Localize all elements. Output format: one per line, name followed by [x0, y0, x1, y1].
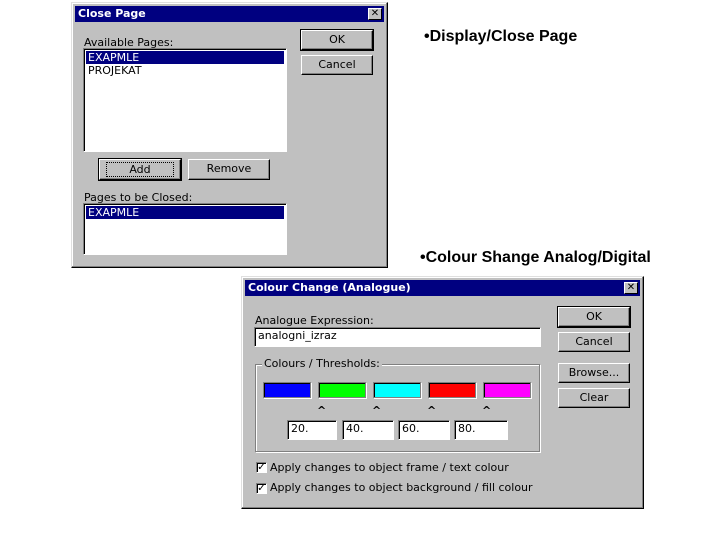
list-item[interactable]: PROJEKAT — [86, 64, 284, 77]
remove-button-label: Remove — [206, 162, 252, 175]
cancel-button[interactable]: Cancel — [558, 332, 630, 352]
analogue-expression-label: Analogue Expression: — [255, 314, 374, 327]
threshold-input-3[interactable]: 60. — [398, 420, 450, 440]
close-page-dialog: Close Page ✕ Available Pages: EXAPMLE PR… — [71, 2, 388, 268]
browse-button[interactable]: Browse... — [558, 363, 630, 383]
clear-button-label: Clear — [579, 391, 609, 404]
colour-change-titlebar[interactable]: Colour Change (Analogue) ✕ — [245, 280, 640, 296]
colour-swatch-3[interactable] — [373, 382, 421, 398]
threshold-caret-icon: ^ — [482, 404, 492, 417]
colour-change-dialog: Colour Change (Analogue) ✕ Analogue Expr… — [241, 276, 644, 509]
close-page-titlebar[interactable]: Close Page ✕ — [75, 6, 384, 22]
colour-swatch-4[interactable] — [428, 382, 476, 398]
analogue-expression-input[interactable]: analogni_izraz — [254, 327, 541, 347]
ok-button-label: OK — [329, 33, 345, 46]
colour-change-title: Colour Change (Analogue) — [248, 281, 411, 294]
list-item[interactable]: EXAPMLE — [86, 51, 284, 64]
slide-label-display-close: •Display/Close Page — [424, 28, 578, 45]
colour-swatch-2[interactable] — [318, 382, 366, 398]
clear-button[interactable]: Clear — [558, 388, 630, 408]
list-item[interactable]: EXAPMLE — [86, 206, 284, 219]
frame-text-colour-checkbox[interactable]: ✓ — [256, 462, 267, 473]
remove-button[interactable]: Remove — [188, 159, 270, 180]
ok-button[interactable]: OK — [557, 306, 631, 328]
threshold-caret-icon: ^ — [317, 404, 327, 417]
close-icon[interactable]: ✕ — [624, 282, 638, 294]
close-page-title: Close Page — [78, 7, 146, 20]
colour-swatch-5[interactable] — [483, 382, 531, 398]
background-fill-colour-checkbox[interactable]: ✓ — [256, 483, 267, 494]
threshold-caret-icon: ^ — [427, 404, 437, 417]
cancel-button-label: Cancel — [575, 335, 613, 348]
background-fill-colour-label[interactable]: Apply changes to object background / fil… — [270, 481, 533, 494]
add-button[interactable]: Add — [98, 158, 182, 181]
threshold-input-2[interactable]: 40. — [342, 420, 394, 440]
pages-to-close-list[interactable]: EXAPMLE — [83, 203, 287, 255]
colour-swatch-1[interactable] — [263, 382, 311, 398]
browse-button-label: Browse... — [568, 366, 620, 379]
threshold-input-1[interactable]: 20. — [287, 420, 337, 440]
ok-button-label: OK — [586, 310, 602, 323]
cancel-button-label: Cancel — [318, 58, 356, 71]
ok-button[interactable]: OK — [300, 29, 374, 51]
add-button-label: Add — [106, 162, 174, 177]
cancel-button[interactable]: Cancel — [301, 55, 373, 75]
frame-text-colour-label[interactable]: Apply changes to object frame / text col… — [270, 461, 509, 474]
colours-thresholds-legend: Colours / Thresholds: — [262, 357, 382, 370]
available-pages-list[interactable]: EXAPMLE PROJEKAT — [83, 48, 287, 152]
slide-label-colour-change: •Colour Shange Analog/Digital — [420, 249, 651, 266]
threshold-caret-icon: ^ — [372, 404, 382, 417]
threshold-input-4[interactable]: 80. — [454, 420, 508, 440]
close-icon[interactable]: ✕ — [368, 8, 382, 20]
